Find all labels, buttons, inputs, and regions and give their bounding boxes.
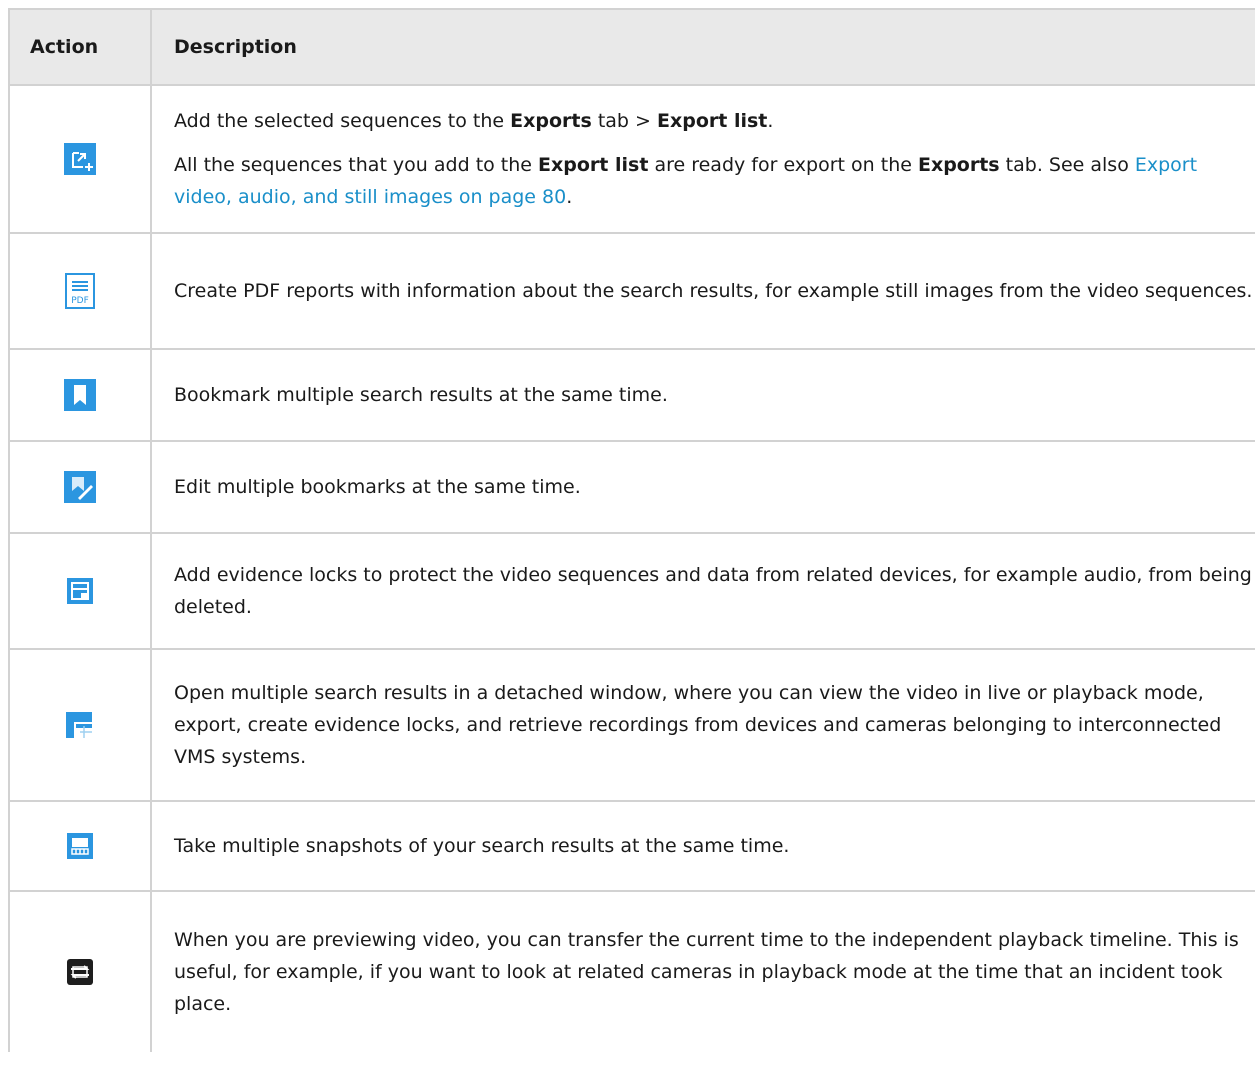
description-paragraph: All the sequences that you add to the Ex… — [174, 149, 1255, 213]
header-description: Description — [174, 36, 297, 58]
action-cell — [10, 350, 152, 440]
description-cell: Edit multiple bookmarks at the same time… — [152, 442, 1255, 532]
description-cell: Open multiple search results in a detach… — [152, 650, 1255, 800]
action-cell — [10, 86, 152, 232]
description-cell: Create PDF reports with information abou… — [152, 234, 1255, 348]
text: Add the selected sequences to the — [174, 110, 511, 132]
edit-bookmark-icon[interactable] — [64, 471, 96, 503]
table-row: Bookmark multiple search results at the … — [10, 350, 1255, 442]
svg-text:PDF: PDF — [71, 296, 89, 306]
detached-window-icon[interactable] — [66, 712, 94, 738]
text: All the sequences that you add to the — [174, 154, 539, 176]
action-cell — [10, 892, 152, 1052]
table-row: Add evidence locks to protect the video … — [10, 534, 1255, 650]
description-cell: Take multiple snapshots of your search r… — [152, 802, 1255, 890]
description-text: When you are previewing video, you can t… — [174, 929, 1239, 1015]
add-to-export-list-icon[interactable] — [64, 143, 96, 175]
text: tab > — [591, 110, 657, 132]
bold-text: Export list — [656, 110, 768, 132]
pdf-report-icon[interactable]: PDF — [65, 273, 95, 309]
transfer-time-icon[interactable] — [67, 959, 93, 985]
description-cell: Add evidence locks to protect the video … — [152, 534, 1255, 648]
table-row: When you are previewing video, you can t… — [10, 892, 1255, 1052]
bold-text: Exports — [917, 154, 1000, 176]
action-cell: PDF — [10, 234, 152, 348]
text: . — [767, 110, 774, 132]
description-text: Add evidence locks to protect the video … — [174, 564, 1252, 618]
description-cell: Add the selected sequences to the Export… — [152, 86, 1255, 232]
table-header: Action Description — [10, 10, 1255, 86]
description-paragraph: Add the selected sequences to the Export… — [174, 105, 1255, 137]
table-row: Take multiple snapshots of your search r… — [10, 802, 1255, 892]
action-cell — [10, 534, 152, 648]
table-row: Add the selected sequences to the Export… — [10, 86, 1255, 234]
action-cell — [10, 442, 152, 532]
action-cell — [10, 802, 152, 890]
snapshot-icon[interactable] — [67, 833, 93, 859]
description-text: Open multiple search results in a detach… — [174, 682, 1222, 768]
description-cell: When you are previewing video, you can t… — [152, 892, 1255, 1052]
description-cell: Bookmark multiple search results at the … — [152, 350, 1255, 440]
evidence-lock-icon[interactable] — [67, 578, 93, 604]
table-row: Edit multiple bookmarks at the same time… — [10, 442, 1255, 534]
table-row: Open multiple search results in a detach… — [10, 650, 1255, 802]
description-text: Edit multiple bookmarks at the same time… — [174, 476, 581, 498]
text: are ready for export on the — [648, 154, 918, 176]
table-row: PDF Create PDF reports with information … — [10, 234, 1255, 350]
text: tab. See also — [999, 154, 1135, 176]
actions-table: Action Description Add the selected sequ… — [8, 8, 1255, 1052]
bold-text: Export list — [538, 154, 649, 176]
bold-text: Exports — [510, 110, 592, 132]
header-action: Action — [10, 10, 152, 84]
description-text: Create PDF reports with information abou… — [174, 280, 1253, 302]
description-text: Take multiple snapshots of your search r… — [174, 835, 790, 857]
action-cell — [10, 650, 152, 800]
text: . — [566, 186, 573, 208]
description-text: Bookmark multiple search results at the … — [174, 384, 668, 406]
bookmark-icon[interactable] — [64, 379, 96, 411]
